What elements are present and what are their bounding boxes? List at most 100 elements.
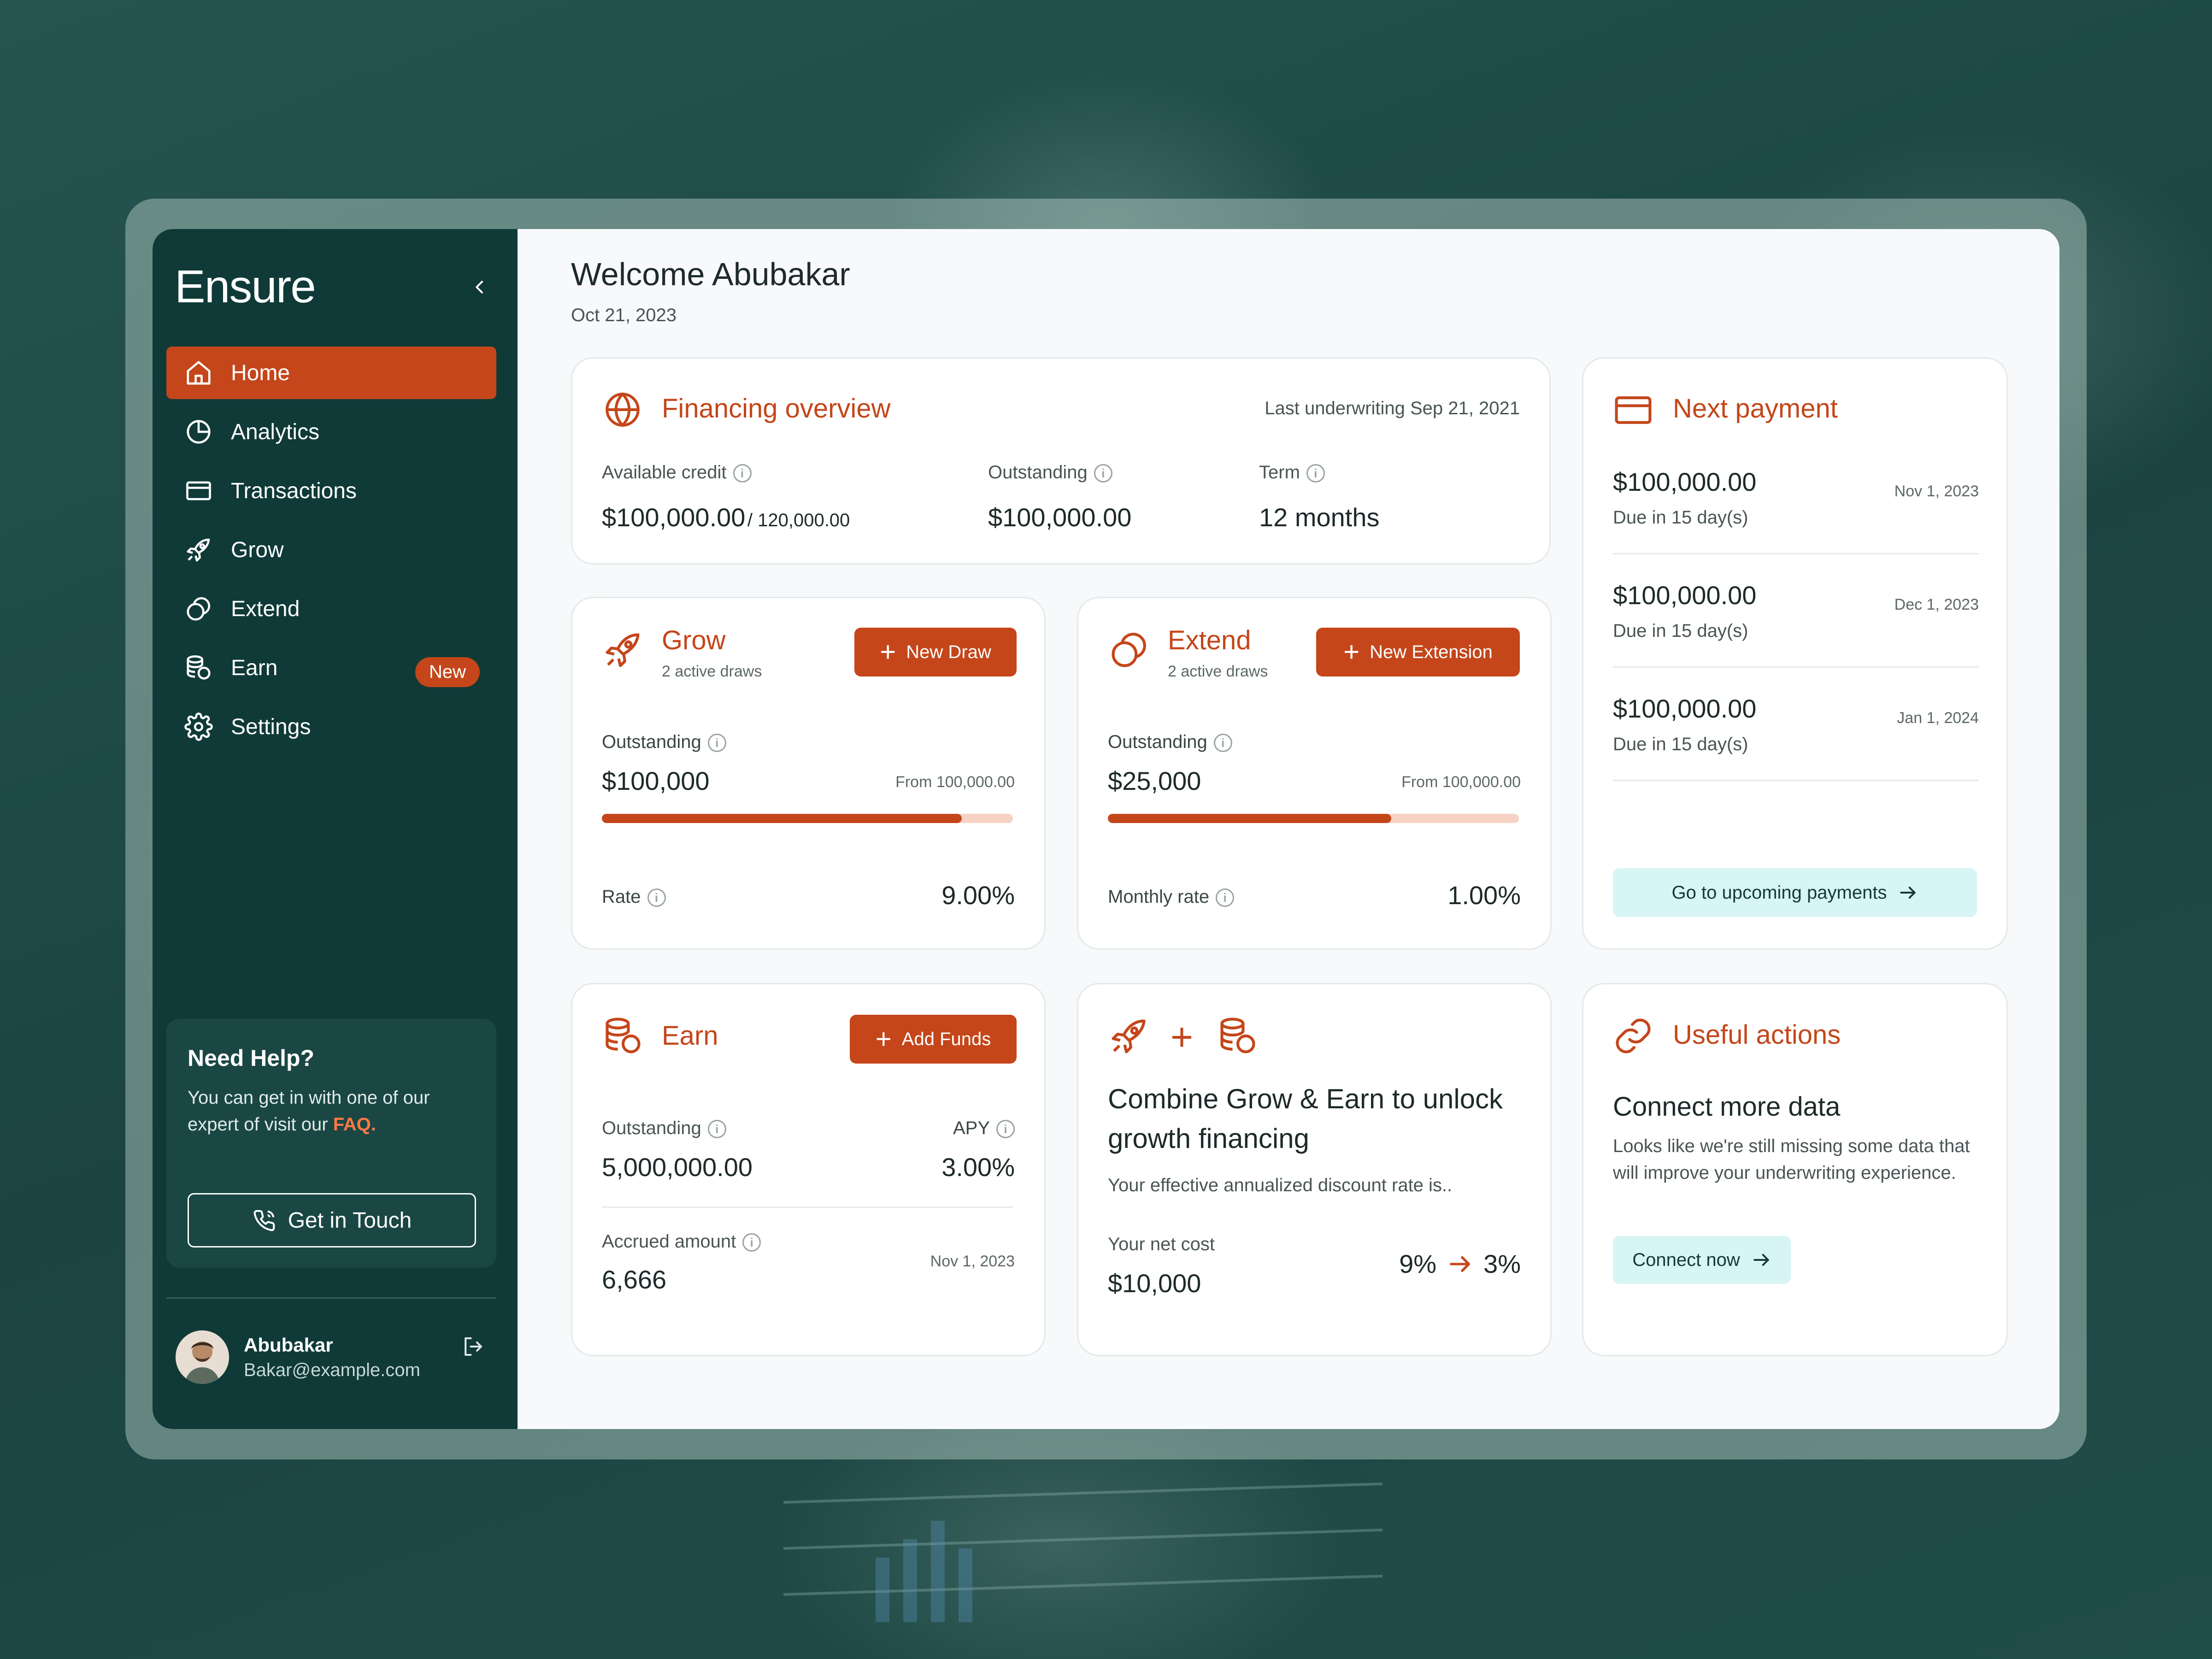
accrued-date: Nov 1, 2023 xyxy=(930,1253,1015,1270)
sidebar-divider xyxy=(166,1297,496,1299)
info-icon[interactable]: i xyxy=(1094,464,1112,483)
plus-sign: + xyxy=(1171,1015,1194,1059)
arrow-right-icon xyxy=(1450,1256,1471,1272)
info-icon[interactable]: i xyxy=(1216,888,1235,907)
globe-icon xyxy=(606,392,640,427)
outstanding-label: Outstanding i xyxy=(602,1118,726,1139)
logout-button[interactable] xyxy=(457,1330,489,1363)
new-extension-button[interactable]: + New Extension xyxy=(1316,628,1520,677)
user-profile[interactable]: Abubakar Bakar@example.com xyxy=(176,1330,420,1384)
user-name: Abubakar xyxy=(244,1334,333,1356)
arrow-right-icon xyxy=(1900,886,1916,899)
sidebar-item-home[interactable]: Home xyxy=(166,347,496,399)
sidebar-item-transactions[interactable]: Transactions xyxy=(166,465,496,517)
arrow-right-icon xyxy=(1753,1253,1769,1266)
card-icon xyxy=(183,475,214,506)
payment-due: Due in 15 day(s) xyxy=(1613,507,1748,528)
outstanding-label: Outstanding i xyxy=(1108,732,1232,753)
payment-date: Nov 1, 2023 xyxy=(1894,482,1979,500)
useful-actions-card: Useful actions Connect more data Looks l… xyxy=(1582,983,2008,1356)
divider xyxy=(602,1206,1013,1208)
go-to-upcoming-payments-button[interactable]: Go to upcoming payments xyxy=(1613,868,1977,917)
available-credit-amount: $100,000.00 xyxy=(602,503,746,532)
outstanding-label: Outstanding i xyxy=(988,462,1112,483)
payment-item: $100,000.00 Due in 15 day(s) Jan 1, 2024 xyxy=(1613,694,1979,786)
term-label: Term i xyxy=(1259,462,1325,483)
financing-title: Financing overview xyxy=(662,394,891,424)
useful-heading: Connect more data xyxy=(1613,1092,1841,1122)
term-value: 12 months xyxy=(1259,503,1380,532)
get-in-touch-label: Get in Touch xyxy=(288,1208,412,1233)
sidebar-item-extend[interactable]: Extend xyxy=(166,582,496,635)
payment-date: Jan 1, 2024 xyxy=(1897,709,1979,727)
connect-now-label: Connect now xyxy=(1632,1249,1740,1270)
rate-comparison: 9% 3% xyxy=(1399,1249,1521,1279)
sidebar-item-grow[interactable]: Grow xyxy=(166,524,496,576)
last-underwriting: Last underwriting Sep 21, 2021 xyxy=(1265,398,1520,418)
term-text: Term xyxy=(1259,462,1300,482)
info-icon[interactable]: i xyxy=(707,1120,726,1139)
extend-icon xyxy=(183,593,214,624)
sidebar-item-label: Home xyxy=(231,360,290,385)
outstanding-text: Outstanding xyxy=(602,1118,701,1138)
available-credit-text: Available credit xyxy=(602,462,727,482)
help-title: Need Help? xyxy=(188,1045,315,1071)
rocket-icon xyxy=(183,534,214,565)
combine-card: + Combine Grow & Earn to unlock growth f… xyxy=(1077,983,1552,1356)
grow-progress-bar xyxy=(602,814,1013,823)
info-icon[interactable]: i xyxy=(707,734,726,753)
outstanding-text: Outstanding xyxy=(1108,732,1207,752)
add-funds-button[interactable]: + Add Funds xyxy=(850,1015,1017,1064)
sidebar-item-analytics[interactable]: Analytics xyxy=(166,406,496,458)
monthly-rate-label: Monthly rate i xyxy=(1108,887,1235,907)
divider xyxy=(1613,553,1979,554)
payment-amount: $100,000.00 xyxy=(1613,581,1757,610)
sidebar-item-label: Analytics xyxy=(231,419,320,444)
useful-text: Looks like we're still missing some data… xyxy=(1613,1136,1970,1183)
divider xyxy=(1613,666,1979,668)
sidebar-item-settings[interactable]: Settings xyxy=(166,700,496,753)
sidebar-item-earn[interactable]: Earn New xyxy=(166,641,496,694)
info-icon[interactable]: i xyxy=(733,464,752,483)
info-icon[interactable]: i xyxy=(996,1120,1015,1139)
go-to-upcoming-payments-label: Go to upcoming payments xyxy=(1671,882,1887,903)
plus-icon: + xyxy=(1343,636,1360,667)
faq-link[interactable]: FAQ. xyxy=(333,1114,376,1135)
extend-subtitle: 2 active draws xyxy=(1168,663,1268,680)
new-badge: New xyxy=(415,657,480,687)
rocket-icon xyxy=(606,633,640,667)
payment-item: $100,000.00 Due in 15 day(s) Nov 1, 2023 xyxy=(1613,467,1979,559)
outstanding-text: Outstanding xyxy=(602,732,701,752)
grow-card: Grow 2 active draws + New Draw Outstandi… xyxy=(571,597,1046,950)
rate-label: Rate i xyxy=(602,887,666,907)
page-title: Welcome Abubakar xyxy=(571,256,850,292)
sidebar-item-label: Transactions xyxy=(231,478,357,503)
earn-outstanding-value: 5,000,000.00 xyxy=(602,1153,753,1182)
accrued-label: Accrued amount i xyxy=(602,1231,761,1252)
financing-overview-card: Financing overview Last underwriting Sep… xyxy=(571,357,1551,565)
help-text-body: You can get in with one of our expert of… xyxy=(188,1088,430,1135)
payment-item: $100,000.00 Due in 15 day(s) Dec 1, 2023 xyxy=(1613,580,1979,672)
get-in-touch-button[interactable]: Get in Touch xyxy=(188,1193,476,1247)
info-icon[interactable]: i xyxy=(742,1233,761,1252)
grow-title: Grow xyxy=(662,625,726,655)
available-credit-label: Available credit i xyxy=(602,462,752,483)
info-icon[interactable]: i xyxy=(647,888,666,907)
apy-label: APY i xyxy=(953,1118,1015,1139)
next-payment-title: Next payment xyxy=(1673,394,1838,424)
grow-rate-value: 9.00% xyxy=(941,881,1015,910)
info-icon[interactable]: i xyxy=(1306,464,1325,483)
page-date: Oct 21, 2023 xyxy=(571,305,677,325)
pie-chart-icon xyxy=(183,416,214,447)
available-credit-value: $100,000.00 / 120,000.00 xyxy=(602,502,850,532)
outstanding-text: Outstanding xyxy=(988,462,1088,482)
new-draw-button[interactable]: + New Draw xyxy=(854,628,1017,677)
apy-value: 3.00% xyxy=(941,1153,1015,1182)
accrued-value: 6,666 xyxy=(602,1265,667,1294)
payment-due: Due in 15 day(s) xyxy=(1613,734,1748,754)
info-icon[interactable]: i xyxy=(1213,734,1232,753)
combine-title: Combine Grow & Earn to unlock growth fin… xyxy=(1108,1083,1503,1154)
grow-progress-fill xyxy=(602,814,962,823)
collapse-sidebar-button[interactable] xyxy=(466,273,494,301)
connect-now-button[interactable]: Connect now xyxy=(1613,1236,1791,1284)
